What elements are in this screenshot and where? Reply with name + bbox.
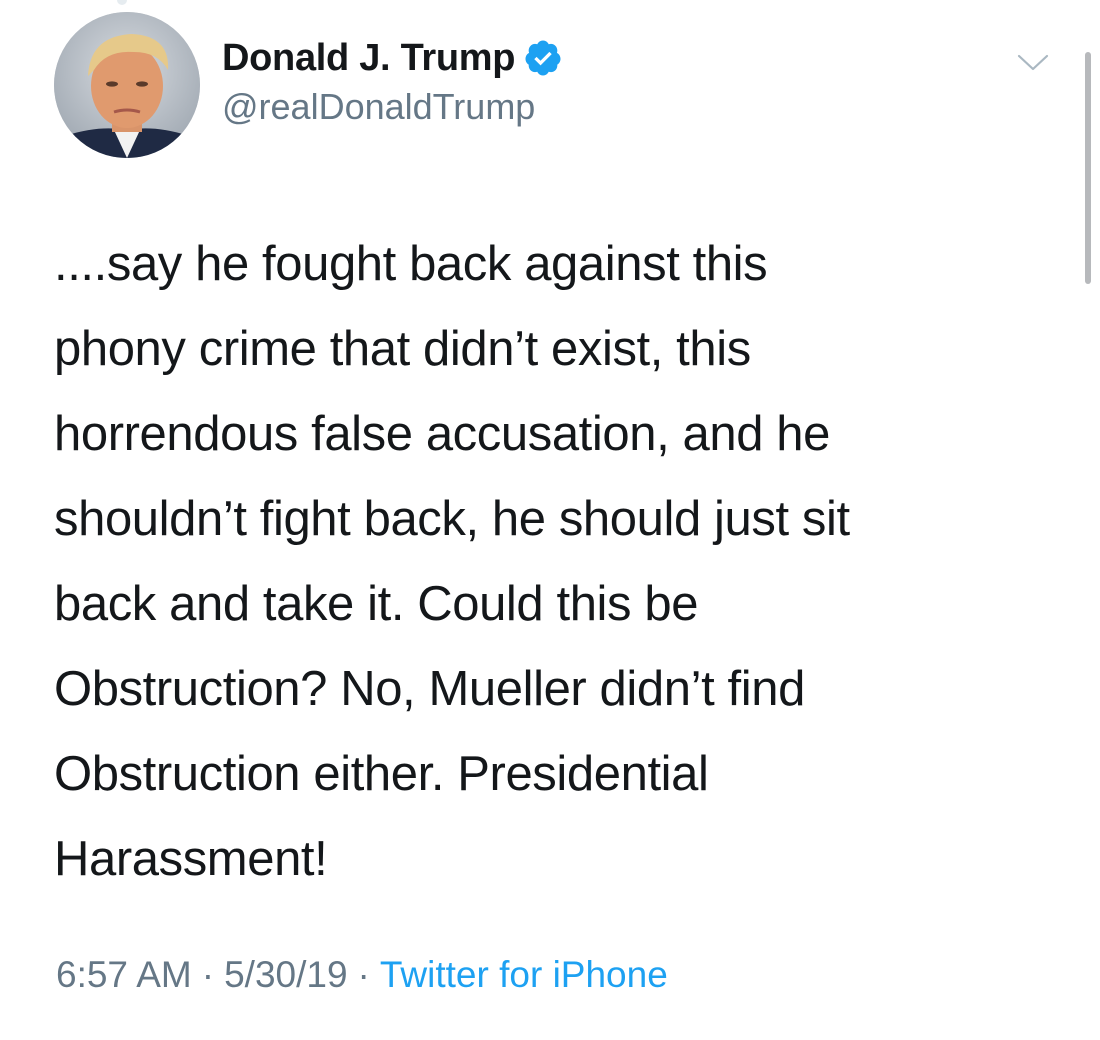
tweet-text-line: Obstruction? No, Mueller didn’t find [54, 662, 805, 716]
avatar[interactable] [54, 12, 200, 158]
tweet-text-line: horrendous false accusation, and he [54, 407, 830, 461]
author-display-name[interactable]: Donald J. Trump [222, 37, 516, 80]
verified-badge-icon [523, 38, 563, 78]
tweet-date[interactable]: 5/30/19 [224, 954, 347, 995]
scrollbar-thumb[interactable] [1085, 52, 1091, 284]
tweet-time[interactable]: 6:57 AM [56, 954, 192, 995]
top-edge-indicator [117, 0, 127, 5]
tweet-text-line: back and take it. Could this be [54, 577, 699, 631]
tweet-metadata: 6:57 AM · 5/30/19 · Twitter for iPhone [56, 954, 668, 996]
meta-separator: · [357, 954, 370, 995]
chevron-down-icon[interactable] [1016, 52, 1050, 74]
tweet-text-line: Obstruction either. Presidential [54, 747, 709, 801]
tweet-text-line: ....say he fought back against this [54, 237, 768, 291]
author-handle[interactable]: @realDonaldTrump [222, 86, 535, 128]
tweet-text-line: Harassment! [54, 832, 328, 886]
tweet-text-line: shouldn’t fight back, he should just sit [54, 492, 850, 546]
tweet-source-link[interactable]: Twitter for iPhone [380, 954, 668, 995]
tweet-text-line: phony crime that didn’t exist, this [54, 322, 751, 376]
tweet-text: ....say he fought back against this phon… [54, 222, 1044, 902]
meta-separator: · [201, 954, 215, 995]
author-name-row[interactable]: Donald J. Trump [222, 36, 563, 80]
